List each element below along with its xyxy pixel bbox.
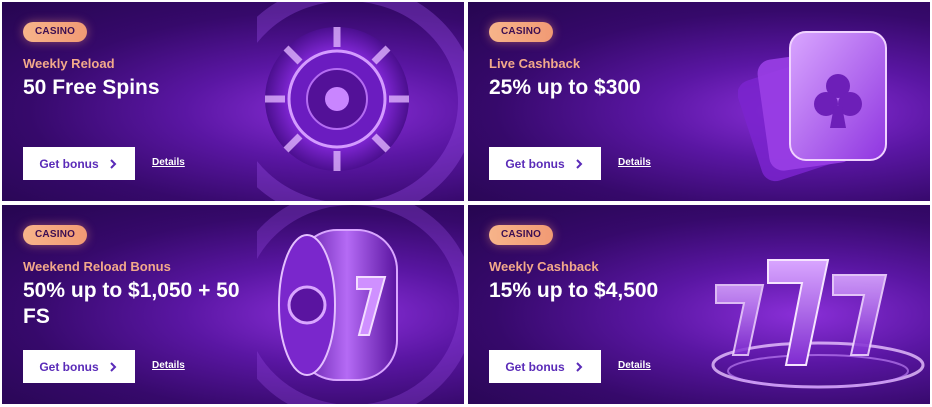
chevron-right-icon	[575, 158, 583, 169]
triple-seven-icon	[711, 259, 925, 389]
chevron-right-icon	[575, 361, 583, 372]
details-link[interactable]: Details	[152, 157, 185, 168]
playing-cards-clubs-icon	[738, 31, 887, 182]
promo-subtitle: Weekly Reload	[23, 56, 115, 71]
casino-badge: CASINO	[489, 225, 554, 245]
promo-title: 15% up to $4,500	[489, 279, 659, 302]
details-link[interactable]: Details	[152, 360, 185, 371]
promo-card-live-cashback: CASINO Live Cashback 25% up to $300 Get …	[468, 2, 930, 201]
details-link[interactable]: Details	[618, 157, 651, 168]
promo-subtitle: Weekly Cashback	[489, 259, 599, 274]
promo-subtitle: Weekend Reload Bonus	[23, 259, 171, 274]
get-bonus-label: Get bonus	[505, 156, 565, 171]
get-bonus-label: Get bonus	[39, 359, 99, 374]
casino-badge: CASINO	[23, 22, 88, 42]
get-bonus-button[interactable]: Get bonus	[489, 350, 601, 383]
casino-badge: CASINO	[23, 225, 88, 245]
promo-title: 50 Free Spins	[23, 76, 160, 99]
promo-title: 25% up to $300	[489, 76, 641, 99]
get-bonus-button[interactable]: Get bonus	[23, 147, 135, 180]
details-link[interactable]: Details	[618, 360, 651, 371]
promo-card-weekly-reload: CASINO Weekly Reload 50 Free Spins Get b…	[2, 2, 464, 201]
promotions-grid: CASINO Weekly Reload 50 Free Spins Get b…	[0, 0, 932, 407]
get-bonus-label: Get bonus	[39, 156, 99, 171]
get-bonus-button[interactable]: Get bonus	[489, 147, 601, 180]
chevron-right-icon	[109, 361, 117, 372]
slot-reel-seven-icon	[257, 205, 464, 404]
promo-card-weekly-cashback: CASINO Weekly Cashback 15% up to $4,500 …	[468, 205, 930, 404]
casino-badge: CASINO	[489, 22, 554, 42]
roulette-wheel-icon	[257, 2, 464, 201]
promo-card-weekend-reload: CASINO Weekend Reload Bonus 50% up to $1…	[2, 205, 464, 404]
promo-title: 50% up to $1,050 + 50 FS	[23, 279, 240, 328]
promo-subtitle: Live Cashback	[489, 56, 581, 71]
get-bonus-label: Get bonus	[505, 359, 565, 374]
get-bonus-button[interactable]: Get bonus	[23, 350, 135, 383]
chevron-right-icon	[109, 158, 117, 169]
